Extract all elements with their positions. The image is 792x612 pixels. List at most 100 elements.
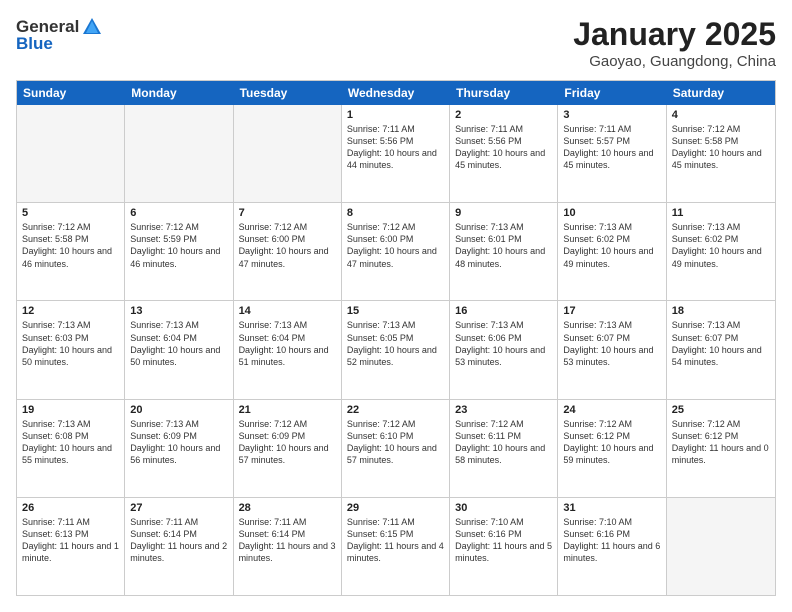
day-number: 29 — [347, 502, 444, 514]
day-cell: 12 Sunrise: 7:13 AM Sunset: 6:03 PM Dayli… — [17, 301, 125, 398]
day-cell: 15 Sunrise: 7:13 AM Sunset: 6:05 PM Dayli… — [342, 301, 450, 398]
day-cell: 18Sunrise: 7:13 AM Sunset: 6:07 PM Dayli… — [667, 301, 775, 398]
day-cell: 8 Sunrise: 7:12 AM Sunset: 6:00 PM Daylig… — [342, 203, 450, 300]
calendar: SundayMondayTuesdayWednesdayThursdayFrid… — [16, 80, 776, 596]
day-info: Sunrise: 7:13 AM Sunset: 6:06 PM Dayligh… — [455, 319, 552, 368]
day-number: 7 — [239, 207, 336, 219]
day-header-saturday: Saturday — [667, 81, 775, 105]
day-header-monday: Monday — [125, 81, 233, 105]
title-section: January 2025 Gaoyao, Guangdong, China — [573, 16, 776, 70]
day-number: 3 — [563, 109, 660, 121]
day-info: Sunrise: 7:12 AM Sunset: 6:09 PM Dayligh… — [239, 418, 336, 467]
day-info: Sunrise: 7:12 AM Sunset: 5:58 PM Dayligh… — [22, 221, 119, 270]
day-cell: 3 Sunrise: 7:11 AM Sunset: 5:57 PM Daylig… — [558, 105, 666, 202]
day-cell: 31 Sunrise: 7:10 AM Sunset: 6:16 PM Dayli… — [558, 498, 666, 595]
day-info: Sunrise: 7:12 AM Sunset: 6:00 PM Dayligh… — [239, 221, 336, 270]
day-number: 9 — [455, 207, 552, 219]
day-cell — [667, 498, 775, 595]
day-number: 1 — [347, 109, 444, 121]
day-number: 6 — [130, 207, 227, 219]
day-number: 2 — [455, 109, 552, 121]
day-number: 30 — [455, 502, 552, 514]
logo-blue: Blue — [16, 34, 53, 54]
day-number: 11 — [672, 207, 770, 219]
day-info: Sunrise: 7:13 AM Sunset: 6:07 PM Dayligh… — [563, 319, 660, 368]
day-info: Sunrise: 7:12 AM Sunset: 6:12 PM Dayligh… — [563, 418, 660, 467]
day-cell: 30 Sunrise: 7:10 AM Sunset: 6:16 PM Dayli… — [450, 498, 558, 595]
day-cell: 21 Sunrise: 7:12 AM Sunset: 6:09 PM Dayli… — [234, 400, 342, 497]
day-number: 23 — [455, 404, 552, 416]
day-header-friday: Friday — [558, 81, 666, 105]
day-number: 20 — [130, 404, 227, 416]
day-number: 10 — [563, 207, 660, 219]
day-number: 25 — [672, 404, 770, 416]
day-cell — [234, 105, 342, 202]
day-info: Sunrise: 7:11 AM Sunset: 6:13 PM Dayligh… — [22, 516, 119, 565]
day-number: 27 — [130, 502, 227, 514]
day-header-wednesday: Wednesday — [342, 81, 450, 105]
day-number: 5 — [22, 207, 119, 219]
day-cell: 13 Sunrise: 7:13 AM Sunset: 6:04 PM Dayli… — [125, 301, 233, 398]
day-info: Sunrise: 7:13 AM Sunset: 6:04 PM Dayligh… — [239, 319, 336, 368]
day-info: Sunrise: 7:12 AM Sunset: 6:00 PM Dayligh… — [347, 221, 444, 270]
day-number: 17 — [563, 305, 660, 317]
day-cell: 10 Sunrise: 7:13 AM Sunset: 6:02 PM Dayli… — [558, 203, 666, 300]
day-info: Sunrise: 7:10 AM Sunset: 6:16 PM Dayligh… — [563, 516, 660, 565]
day-number: 22 — [347, 404, 444, 416]
day-info: Sunrise: 7:13 AM Sunset: 6:02 PM Dayligh… — [563, 221, 660, 270]
day-number: 28 — [239, 502, 336, 514]
header: General Blue January 2025 Gaoyao, Guangd… — [16, 16, 776, 70]
day-info: Sunrise: 7:13 AM Sunset: 6:07 PM Dayligh… — [672, 319, 770, 368]
day-number: 8 — [347, 207, 444, 219]
day-header-tuesday: Tuesday — [234, 81, 342, 105]
day-cell: 29 Sunrise: 7:11 AM Sunset: 6:15 PM Dayli… — [342, 498, 450, 595]
day-info: Sunrise: 7:13 AM Sunset: 6:01 PM Dayligh… — [455, 221, 552, 270]
day-number: 4 — [672, 109, 770, 121]
day-number: 31 — [563, 502, 660, 514]
day-info: Sunrise: 7:11 AM Sunset: 6:14 PM Dayligh… — [239, 516, 336, 565]
day-info: Sunrise: 7:13 AM Sunset: 6:08 PM Dayligh… — [22, 418, 119, 467]
day-info: Sunrise: 7:12 AM Sunset: 5:58 PM Dayligh… — [672, 123, 770, 172]
day-info: Sunrise: 7:12 AM Sunset: 6:12 PM Dayligh… — [672, 418, 770, 467]
day-info: Sunrise: 7:13 AM Sunset: 6:03 PM Dayligh… — [22, 319, 119, 368]
day-cell: 17 Sunrise: 7:13 AM Sunset: 6:07 PM Dayli… — [558, 301, 666, 398]
day-info: Sunrise: 7:11 AM Sunset: 5:57 PM Dayligh… — [563, 123, 660, 172]
day-number: 19 — [22, 404, 119, 416]
day-number: 15 — [347, 305, 444, 317]
day-info: Sunrise: 7:12 AM Sunset: 6:11 PM Dayligh… — [455, 418, 552, 467]
week-row-1: 5 Sunrise: 7:12 AM Sunset: 5:58 PM Daylig… — [17, 202, 775, 300]
day-number: 13 — [130, 305, 227, 317]
day-cell: 11Sunrise: 7:13 AM Sunset: 6:02 PM Dayli… — [667, 203, 775, 300]
day-number: 24 — [563, 404, 660, 416]
day-cell: 1 Sunrise: 7:11 AM Sunset: 5:56 PM Daylig… — [342, 105, 450, 202]
day-cell: 20Sunrise: 7:13 AM Sunset: 6:09 PM Dayli… — [125, 400, 233, 497]
day-info: Sunrise: 7:11 AM Sunset: 6:15 PM Dayligh… — [347, 516, 444, 565]
day-number: 21 — [239, 404, 336, 416]
day-info: Sunrise: 7:12 AM Sunset: 5:59 PM Dayligh… — [130, 221, 227, 270]
day-header-sunday: Sunday — [17, 81, 125, 105]
calendar-body: 1 Sunrise: 7:11 AM Sunset: 5:56 PM Daylig… — [17, 105, 775, 595]
day-info: Sunrise: 7:13 AM Sunset: 6:05 PM Dayligh… — [347, 319, 444, 368]
day-info: Sunrise: 7:13 AM Sunset: 6:04 PM Dayligh… — [130, 319, 227, 368]
day-cell: 23 Sunrise: 7:12 AM Sunset: 6:11 PM Dayli… — [450, 400, 558, 497]
day-info: Sunrise: 7:11 AM Sunset: 5:56 PM Dayligh… — [455, 123, 552, 172]
day-cell: 27Sunrise: 7:11 AM Sunset: 6:14 PM Dayli… — [125, 498, 233, 595]
day-cell: 16 Sunrise: 7:13 AM Sunset: 6:06 PM Dayli… — [450, 301, 558, 398]
day-info: Sunrise: 7:10 AM Sunset: 6:16 PM Dayligh… — [455, 516, 552, 565]
day-cell: 26 Sunrise: 7:11 AM Sunset: 6:13 PM Dayli… — [17, 498, 125, 595]
location: Gaoyao, Guangdong, China — [573, 53, 776, 70]
day-number: 26 — [22, 502, 119, 514]
day-cell — [17, 105, 125, 202]
week-row-0: 1 Sunrise: 7:11 AM Sunset: 5:56 PM Daylig… — [17, 105, 775, 202]
day-cell: 2 Sunrise: 7:11 AM Sunset: 5:56 PM Daylig… — [450, 105, 558, 202]
day-number: 12 — [22, 305, 119, 317]
day-cell: 28 Sunrise: 7:11 AM Sunset: 6:14 PM Dayli… — [234, 498, 342, 595]
day-cell: 6 Sunrise: 7:12 AM Sunset: 5:59 PM Daylig… — [125, 203, 233, 300]
page: General Blue January 2025 Gaoyao, Guangd… — [0, 0, 792, 612]
day-headers: SundayMondayTuesdayWednesdayThursdayFrid… — [17, 81, 775, 105]
day-number: 16 — [455, 305, 552, 317]
day-info: Sunrise: 7:11 AM Sunset: 5:56 PM Dayligh… — [347, 123, 444, 172]
day-header-thursday: Thursday — [450, 81, 558, 105]
day-cell — [125, 105, 233, 202]
day-cell: 25 Sunrise: 7:12 AM Sunset: 6:12 PM Dayli… — [667, 400, 775, 497]
